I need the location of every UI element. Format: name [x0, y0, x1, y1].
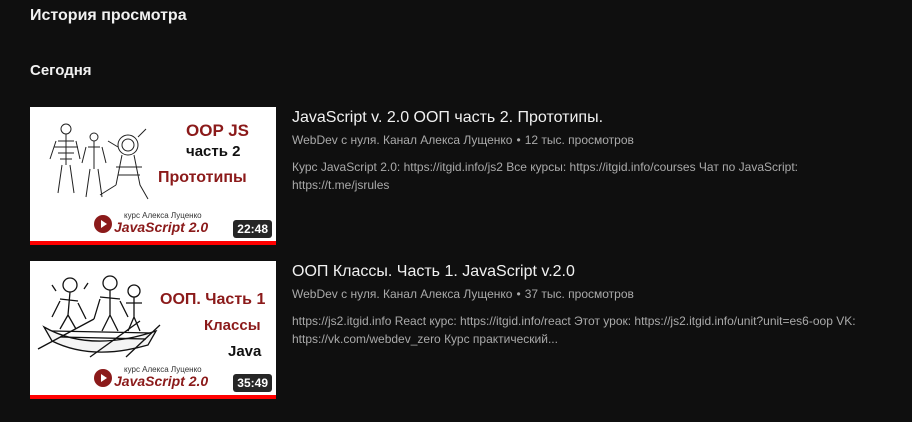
- video-title[interactable]: JavaScript v. 2.0 ООП часть 2. Прототипы…: [292, 109, 882, 127]
- channel-name[interactable]: WebDev с нуля. Канал Алекса Лущенко: [292, 133, 512, 147]
- thumbnail-line3: Прототипы: [158, 169, 247, 186]
- watch-progress-bar: [30, 395, 276, 399]
- thumbnail-line1: ООП. Часть 1: [160, 291, 266, 308]
- video-item[interactable]: OOP JS часть 2 Прототипы курс Алекса Луц…: [30, 107, 890, 247]
- view-count: 37 тыс. просмотров: [524, 287, 634, 301]
- thumbnail-brand: JavaScript 2.0: [114, 219, 209, 235]
- view-count: 12 тыс. просмотров: [524, 133, 634, 147]
- channel-name[interactable]: WebDev с нуля. Канал Алекса Лущенко: [292, 287, 512, 301]
- history-page: История просмотра Сегодня OOP JS часть 2…: [0, 0, 912, 422]
- video-title[interactable]: ООП Классы. Часть 1. JavaScript v.2.0: [292, 263, 882, 281]
- thumbnail-line2: часть 2: [186, 143, 241, 160]
- thumbnail-line1: OOP JS: [186, 121, 249, 140]
- meta-separator: •: [516, 287, 521, 301]
- section-title-today: Сегодня: [30, 62, 92, 79]
- play-logo-icon: [94, 369, 112, 387]
- meta-separator: •: [516, 133, 521, 147]
- video-thumbnail[interactable]: OOP JS часть 2 Прототипы курс Алекса Луц…: [30, 107, 276, 245]
- video-meta: WebDev с нуля. Канал Алекса Лущенко • 37 т…: [292, 287, 882, 301]
- thumbnail-brand: JavaScript 2.0: [114, 373, 209, 389]
- video-meta: WebDev с нуля. Канал Алекса Лущенко • 12 т…: [292, 133, 882, 147]
- watch-progress-bar: [30, 241, 276, 245]
- page-title: История просмотра: [30, 7, 187, 24]
- thumbnail-line3: Java: [228, 343, 262, 360]
- video-thumbnail[interactable]: ООП. Часть 1 Классы Java курс Алекса Луц…: [30, 261, 276, 399]
- video-description: https://js2.itgid.info React курс: https…: [292, 314, 856, 346]
- video-item[interactable]: ООП. Часть 1 Классы Java курс Алекса Луц…: [30, 261, 890, 401]
- thumbnail-line2: Классы: [204, 317, 261, 334]
- video-duration: 35:49: [233, 374, 272, 392]
- video-description: Курс JavaScript 2.0: https://itgid.info/…: [292, 160, 799, 192]
- video-duration: 22:48: [233, 220, 272, 238]
- play-logo-icon: [94, 215, 112, 233]
- video-info: ООП Классы. Часть 1. JavaScript v.2.0 We…: [292, 261, 882, 348]
- video-info: JavaScript v. 2.0 ООП часть 2. Прототипы…: [292, 107, 882, 194]
